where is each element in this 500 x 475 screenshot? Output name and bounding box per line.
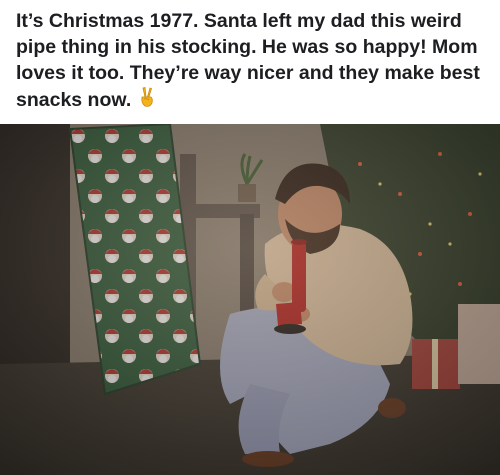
caption-text: It’s Christmas 1977. Santa left my dad t… [16, 10, 480, 111]
peace-sign-hand-emoji-icon [137, 86, 157, 108]
social-post: It’s Christmas 1977. Santa left my dad t… [0, 0, 500, 475]
post-caption: It’s Christmas 1977. Santa left my dad t… [16, 8, 488, 113]
christmas-photo-illustration [0, 124, 500, 475]
post-photo [0, 124, 500, 475]
